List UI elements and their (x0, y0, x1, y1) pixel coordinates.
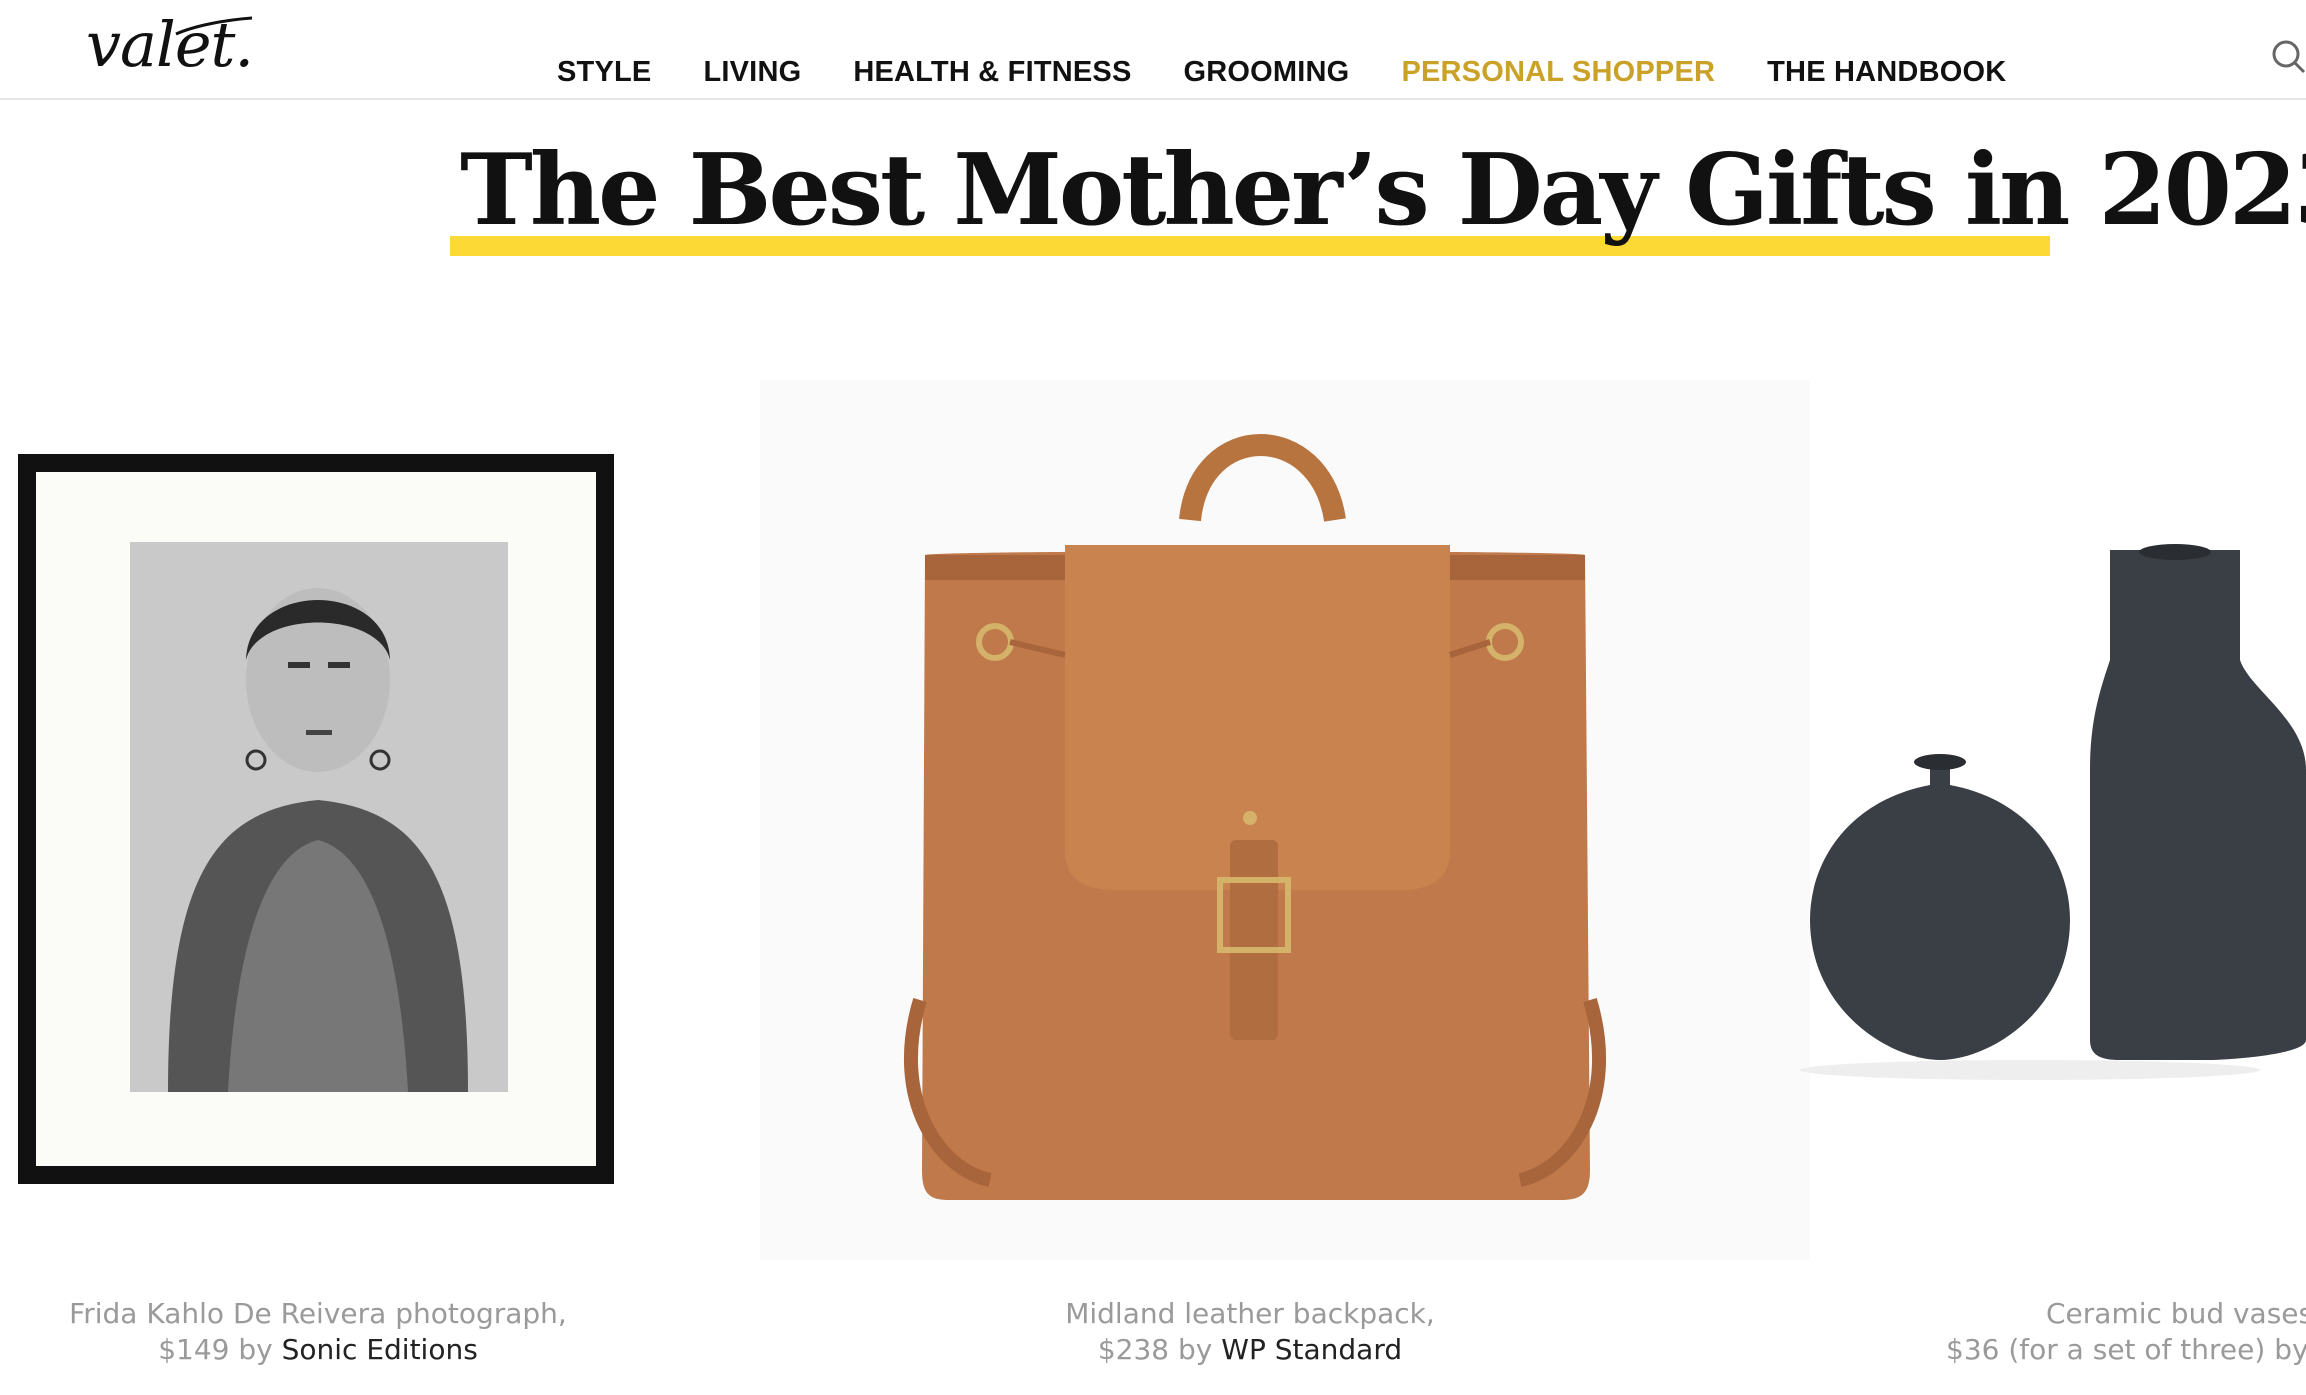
product-price: $238 (1097, 1333, 1170, 1366)
nav-style[interactable]: STYLE (557, 56, 651, 89)
article-title-block: The Best Mother’s Day Gifts in 2023 (450, 126, 2306, 266)
product-by: by (2274, 1333, 2306, 1366)
main-nav: STYLE LIVING HEALTH & FITNESS GROOMING P… (557, 52, 2058, 92)
product-price-line: $238 by WP Standard (960, 1332, 1540, 1368)
search-icon[interactable] (2270, 36, 2306, 76)
product-price-line: $149 by Sonic Editions (18, 1332, 618, 1368)
product-price: $149 (158, 1333, 230, 1366)
product-by: by (1178, 1333, 1213, 1366)
site-header: valet. STYLE LIVING HEALTH & FITNESS GRO… (0, 0, 2306, 100)
nav-health-fitness[interactable]: HEALTH & FITNESS (853, 56, 1131, 89)
product-price: $36 (for a set of three) (1946, 1333, 2266, 1366)
nav-living[interactable]: LIVING (703, 56, 801, 89)
nav-personal-shopper[interactable]: PERSONAL SHOPPER (1401, 56, 1715, 89)
product-caption-2: Midland leather backpack, $238 by WP Sta… (960, 1296, 1540, 1368)
product-image-frida-photograph[interactable] (18, 450, 618, 1190)
product-image-ceramic-vases[interactable] (1780, 540, 2306, 1080)
logo-flourish (175, 16, 253, 36)
nav-the-handbook[interactable]: THE HANDBOOK (1767, 56, 2006, 89)
page-title: The Best Mother’s Day Gifts in 2023 (460, 133, 2306, 248)
product-price-line: $36 (for a set of three) by (1946, 1332, 2306, 1368)
product-name: Midland leather backpack, (1065, 1297, 1435, 1330)
product-image-leather-backpack[interactable] (760, 380, 1810, 1260)
product-brand-link[interactable]: Sonic Editions (282, 1333, 478, 1366)
product-brand-link[interactable]: WP Standard (1221, 1333, 1402, 1366)
product-by: by (238, 1333, 273, 1366)
product-name: Ceramic bud vases (2046, 1297, 2306, 1330)
product-caption-1: Frida Kahlo De Reivera photograph, $149 … (18, 1296, 618, 1368)
product-name: Frida Kahlo De Reivera photograph, (69, 1297, 567, 1330)
nav-grooming[interactable]: GROOMING (1184, 56, 1350, 89)
product-caption-3: Ceramic bud vases $36 (for a set of thre… (1946, 1296, 2306, 1368)
